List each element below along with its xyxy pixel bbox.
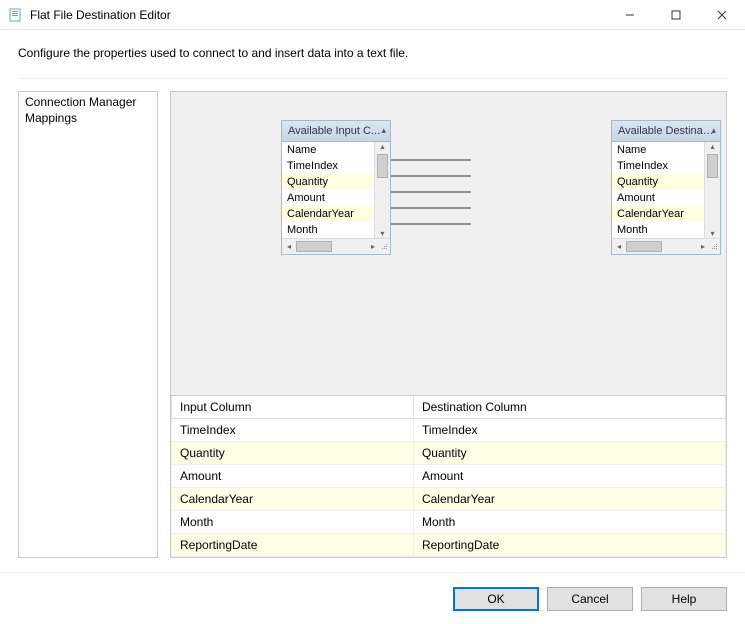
resize-grip-icon[interactable] (710, 243, 720, 251)
nav-sidebar: Connection Manager Mappings (18, 91, 158, 558)
available-destination-columns-box[interactable]: Available Destinat... NameTimeIndexQuant… (611, 120, 721, 255)
cell-input-column[interactable]: Month (172, 511, 414, 534)
cell-input-column[interactable]: Amount (172, 465, 414, 488)
sidebar-item-mappings[interactable]: Mappings (23, 110, 153, 126)
mapping-table-wrap: Input Column Destination Column TimeInde… (171, 395, 726, 557)
window-title: Flat File Destination Editor (30, 8, 171, 22)
list-item[interactable]: TimeIndex (612, 158, 704, 174)
list-item[interactable]: Amount (282, 190, 374, 206)
mapping-diagram: Available Input C... NameTimeIndexQuanti… (171, 92, 726, 395)
title-bar: Flat File Destination Editor (0, 0, 745, 30)
main-panel: Available Input C... NameTimeIndexQuanti… (170, 91, 727, 558)
cell-destination-column[interactable]: CalendarYear (413, 488, 725, 511)
cell-destination-column[interactable]: Quantity (413, 442, 725, 465)
dialog-footer: OK Cancel Help (0, 572, 745, 624)
table-row[interactable]: MonthMonth (172, 511, 726, 534)
list-item[interactable]: Name (612, 142, 704, 158)
table-row[interactable]: AmountAmount (172, 465, 726, 488)
minimize-button[interactable] (607, 0, 653, 30)
cell-input-column[interactable]: ReportingDate (172, 534, 414, 557)
cell-destination-column[interactable]: Month (413, 511, 725, 534)
mapping-table[interactable]: Input Column Destination Column TimeInde… (171, 396, 726, 557)
help-button[interactable]: Help (641, 587, 727, 611)
maximize-button[interactable] (653, 0, 699, 30)
close-button[interactable] (699, 0, 745, 30)
table-row[interactable]: TimeIndexTimeIndex (172, 419, 726, 442)
list-item[interactable]: Quantity (282, 174, 374, 190)
list-item[interactable]: Amount (612, 190, 704, 206)
cell-input-column[interactable]: CalendarYear (172, 488, 414, 511)
list-item[interactable]: CalendarYear (612, 206, 704, 222)
app-icon (8, 7, 24, 23)
vertical-scrollbar[interactable] (704, 142, 720, 238)
horizontal-scrollbar[interactable]: ◂▸ (612, 238, 720, 254)
list-item[interactable]: Month (612, 222, 704, 238)
list-item[interactable]: Quantity (612, 174, 704, 190)
table-row[interactable]: QuantityQuantity (172, 442, 726, 465)
dest-box-header: Available Destinat... (612, 121, 720, 142)
horizontal-scrollbar[interactable]: ◂▸ (282, 238, 390, 254)
cell-destination-column[interactable]: ReportingDate (413, 534, 725, 557)
description-text: Configure the properties used to connect… (18, 46, 727, 60)
dest-items-list[interactable]: NameTimeIndexQuantityAmountCalendarYearM… (612, 142, 704, 238)
cell-destination-column[interactable]: TimeIndex (413, 419, 725, 442)
table-row[interactable]: ReportingDateReportingDate (172, 534, 726, 557)
column-header-input[interactable]: Input Column (172, 396, 414, 419)
cell-input-column[interactable]: Quantity (172, 442, 414, 465)
list-item[interactable]: Name (282, 142, 374, 158)
list-item[interactable]: Month (282, 222, 374, 238)
input-items-list[interactable]: NameTimeIndexQuantityAmountCalendarYearM… (282, 142, 374, 238)
cell-destination-column[interactable]: Amount (413, 465, 725, 488)
ok-button[interactable]: OK (453, 587, 539, 611)
list-item[interactable]: TimeIndex (282, 158, 374, 174)
available-input-columns-box[interactable]: Available Input C... NameTimeIndexQuanti… (281, 120, 391, 255)
resize-grip-icon[interactable] (380, 243, 390, 251)
column-header-dest[interactable]: Destination Column (413, 396, 725, 419)
sidebar-item-connection-manager[interactable]: Connection Manager (23, 94, 153, 110)
cell-input-column[interactable]: TimeIndex (172, 419, 414, 442)
input-box-header: Available Input C... (282, 121, 390, 142)
cancel-button[interactable]: Cancel (547, 587, 633, 611)
list-item[interactable]: CalendarYear (282, 206, 374, 222)
vertical-scrollbar[interactable] (374, 142, 390, 238)
table-row[interactable]: CalendarYearCalendarYear (172, 488, 726, 511)
